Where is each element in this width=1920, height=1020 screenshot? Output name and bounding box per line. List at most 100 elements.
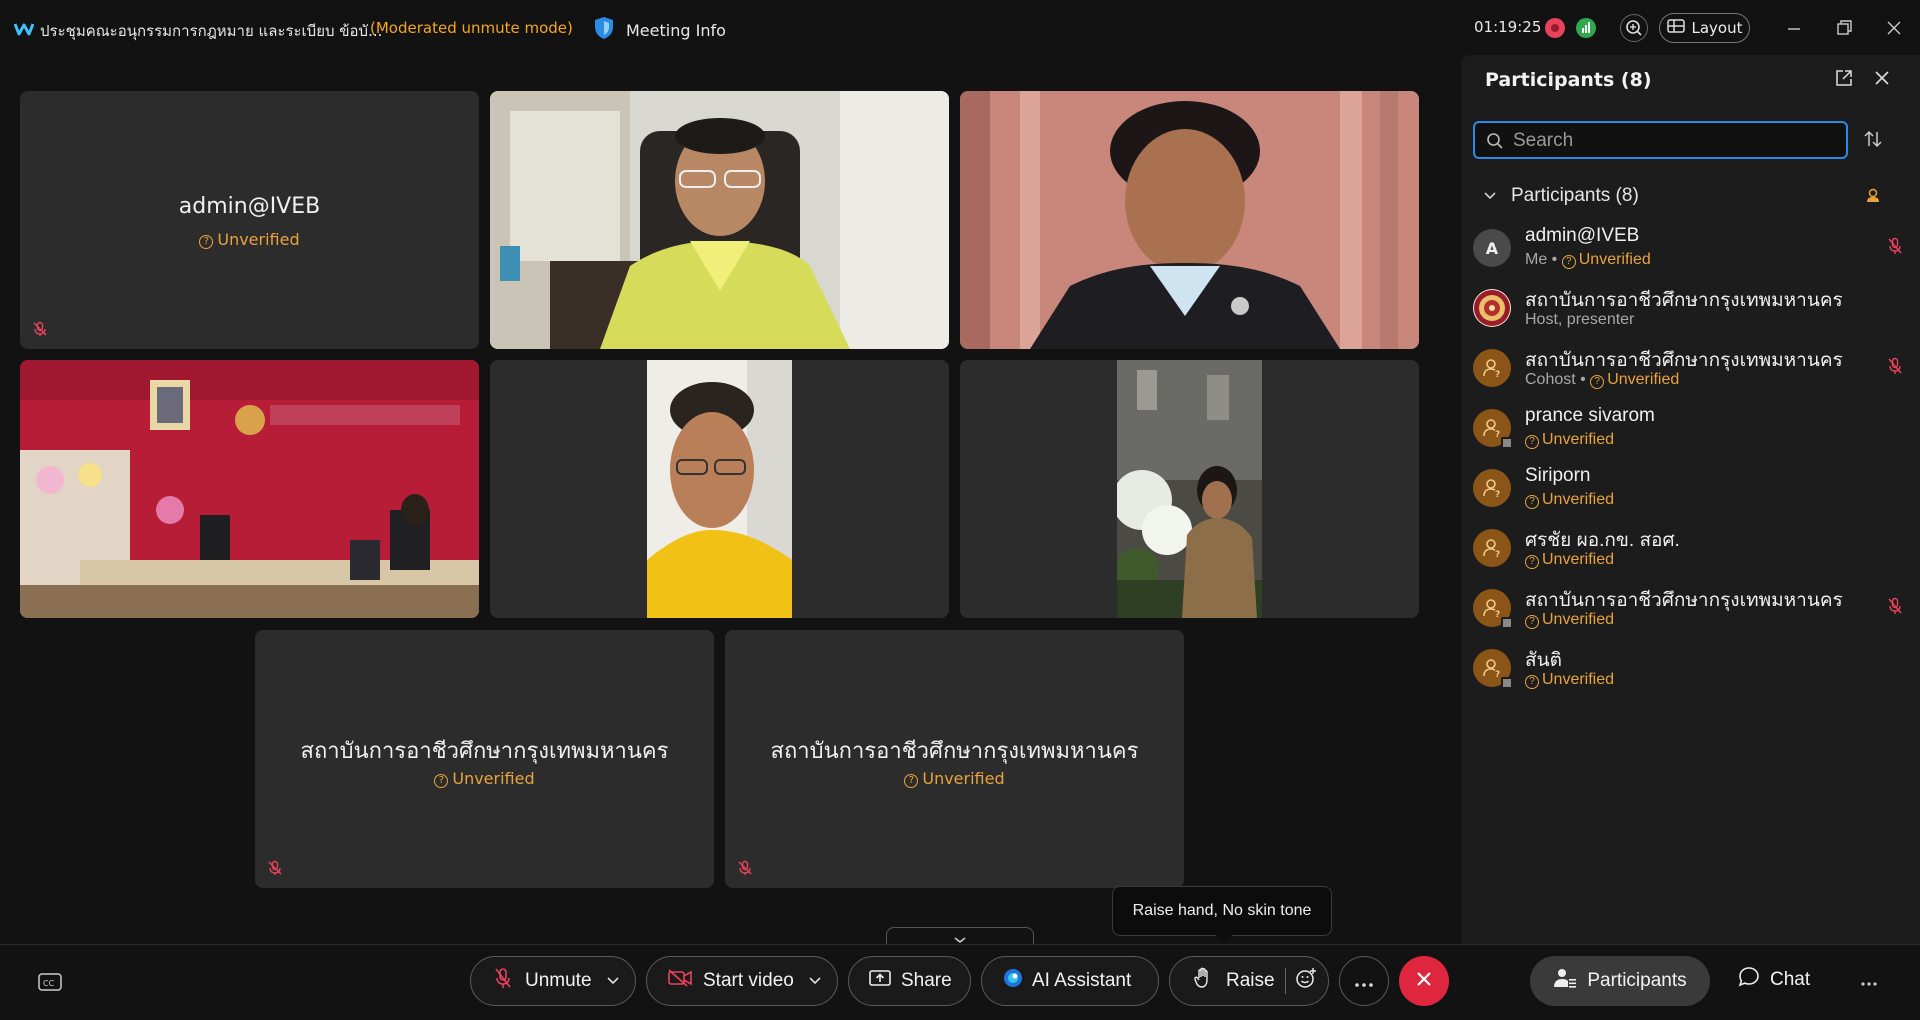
device-badge-icon (1501, 677, 1513, 689)
video-tile-yellow-shirt[interactable] (490, 360, 949, 618)
meeting-info-label: Meeting Info (626, 20, 726, 40)
search-input[interactable] (1513, 129, 1833, 153)
participant-status: Unverified (1542, 611, 1615, 628)
unverified-icon: ? (199, 235, 214, 249)
layout-icon (1666, 19, 1685, 37)
layout-button[interactable]: Layout (1659, 13, 1750, 43)
tile-status-label: Unverified (217, 230, 300, 249)
participant-video-feed (960, 91, 1419, 349)
chat-icon (1738, 966, 1760, 994)
chat-button[interactable]: Chat (1738, 966, 1810, 994)
participant-status: Unverified (1542, 551, 1615, 568)
unverified-icon: ? (1561, 255, 1576, 269)
participant-row[interactable]: ? Siriporn ? Unverified (1473, 463, 1913, 519)
close-icon (1415, 970, 1433, 992)
close-panel-icon[interactable] (1873, 69, 1891, 91)
svg-text:?: ? (1495, 550, 1500, 559)
video-tile-meeting-room[interactable] (20, 360, 479, 618)
closed-captions-icon[interactable]: CC (38, 972, 62, 996)
start-video-button[interactable]: Start video (646, 956, 838, 1006)
leave-meeting-button[interactable] (1399, 956, 1449, 1006)
muted-mic-icon (737, 860, 753, 880)
participant-subtitle: ? Unverified (1525, 431, 1614, 449)
unverified-icon: ? (904, 774, 919, 788)
network-health-icon[interactable] (1576, 18, 1596, 38)
tile-participant-name: สถาบันการอาชีวศึกษากรุงเทพมหานคร (770, 739, 1139, 764)
user-unverified-icon: ? (1483, 659, 1500, 679)
sort-icon[interactable] (1863, 129, 1883, 153)
participants-section-toggle[interactable]: Participants (8) (1483, 185, 1639, 207)
video-tile-institute-1[interactable]: สถาบันการอาชีวศึกษากรุงเทพมหานคร ? Unveri… (255, 630, 714, 888)
unverified-icon: ? (434, 774, 449, 788)
muted-mic-icon (493, 967, 513, 995)
participant-video-feed (647, 360, 792, 618)
meeting-info-button[interactable]: Meeting Info (594, 16, 726, 44)
tile-participant-name: admin@IVEB (178, 194, 321, 219)
device-badge-icon (1501, 437, 1513, 449)
muted-mic-icon[interactable] (1887, 237, 1903, 259)
video-tile-institute-2[interactable]: สถาบันการอาชีวศึกษากรุงเทพมหานคร ? Unveri… (725, 630, 1184, 888)
ellipsis-icon (1354, 969, 1374, 993)
muted-mic-icon[interactable] (1887, 357, 1903, 379)
avatar: ? (1473, 349, 1511, 387)
participant-row[interactable]: ? ศรชัย ผอ.กข. สอศ. ? Unverified (1473, 523, 1913, 579)
avatar: ? (1473, 589, 1513, 629)
participant-row[interactable]: สถาบันการอาชีวศึกษากรุงเทพมหานคร Host, p… (1473, 283, 1913, 339)
close-window-icon[interactable] (1884, 18, 1904, 38)
video-tile-admin[interactable]: admin@IVEB ? Unverified (20, 91, 479, 349)
ai-assistant-icon (1002, 967, 1024, 995)
participants-button[interactable]: Participants (1530, 956, 1710, 1006)
video-tile-garden-woman[interactable] (960, 360, 1419, 618)
participant-row[interactable]: ? สันติ ? Unverified (1473, 643, 1913, 699)
muted-mic-icon (267, 860, 283, 880)
video-tile-speaker-woman[interactable] (960, 91, 1419, 349)
institute-logo-icon (1474, 290, 1510, 326)
pop-out-icon[interactable] (1835, 69, 1853, 91)
avatar (1473, 289, 1511, 327)
participant-row[interactable]: ? สถาบันการอาชีวศึกษากรุงเทพมหานคร ? Unve… (1473, 583, 1913, 639)
unmute-label: Unmute (525, 970, 592, 991)
participant-row[interactable]: A admin@IVEB Me • ? Unverified (1473, 223, 1913, 279)
participants-icon (1553, 967, 1577, 995)
muted-mic-icon (32, 321, 48, 341)
participant-role: Me (1525, 251, 1548, 268)
webex-logo-icon (13, 21, 35, 40)
more-panels-icon[interactable] (1860, 968, 1878, 992)
video-tile-office-man[interactable] (490, 91, 949, 349)
collapse-tab[interactable] (886, 927, 1034, 945)
restore-icon[interactable] (1834, 18, 1854, 38)
chevron-down-icon[interactable] (808, 970, 822, 992)
unverified-icon: ? (1525, 435, 1539, 449)
participant-status: Unverified (1578, 251, 1651, 268)
start-video-label: Start video (703, 970, 794, 991)
raise-label: Raise (1226, 970, 1275, 991)
participant-video-feed (490, 91, 949, 349)
minimize-icon[interactable] (1784, 18, 1804, 38)
ai-assistant-label: AI Assistant (1032, 970, 1132, 991)
user-unverified-icon: ? (1483, 419, 1500, 439)
participant-row[interactable]: ? prance sivarom ? Unverified (1473, 403, 1913, 459)
search-box (1473, 121, 1848, 159)
participant-name: admin@IVEB (1525, 225, 1640, 246)
more-options-button[interactable] (1339, 956, 1389, 1006)
chevron-down-icon (1483, 185, 1497, 207)
share-screen-icon (869, 969, 891, 993)
chevron-down-icon[interactable] (606, 970, 620, 992)
svg-text:?: ? (1495, 670, 1500, 679)
avatar: A (1473, 229, 1511, 267)
video-off-icon (667, 968, 693, 994)
participant-name: prance sivarom (1525, 405, 1655, 426)
reactions-icon[interactable] (1294, 966, 1318, 996)
zoom-icon[interactable] (1620, 14, 1648, 42)
svg-text:CC: CC (43, 979, 55, 988)
raise-hand-button[interactable]: Raise (1169, 956, 1329, 1006)
muted-mic-icon[interactable] (1887, 597, 1903, 619)
participant-subtitle: ? Unverified (1525, 551, 1614, 569)
unmute-button[interactable]: Unmute (470, 956, 636, 1006)
share-label: Share (901, 970, 952, 991)
ai-assistant-button[interactable]: AI Assistant (981, 956, 1159, 1006)
unverified-icon: ? (1525, 675, 1539, 689)
share-button[interactable]: Share (848, 956, 971, 1006)
tile-status-label: Unverified (922, 769, 1005, 788)
participant-row[interactable]: ? สถาบันการอาชีวศึกษากรุงเทพมหานคร Cohos… (1473, 343, 1913, 399)
